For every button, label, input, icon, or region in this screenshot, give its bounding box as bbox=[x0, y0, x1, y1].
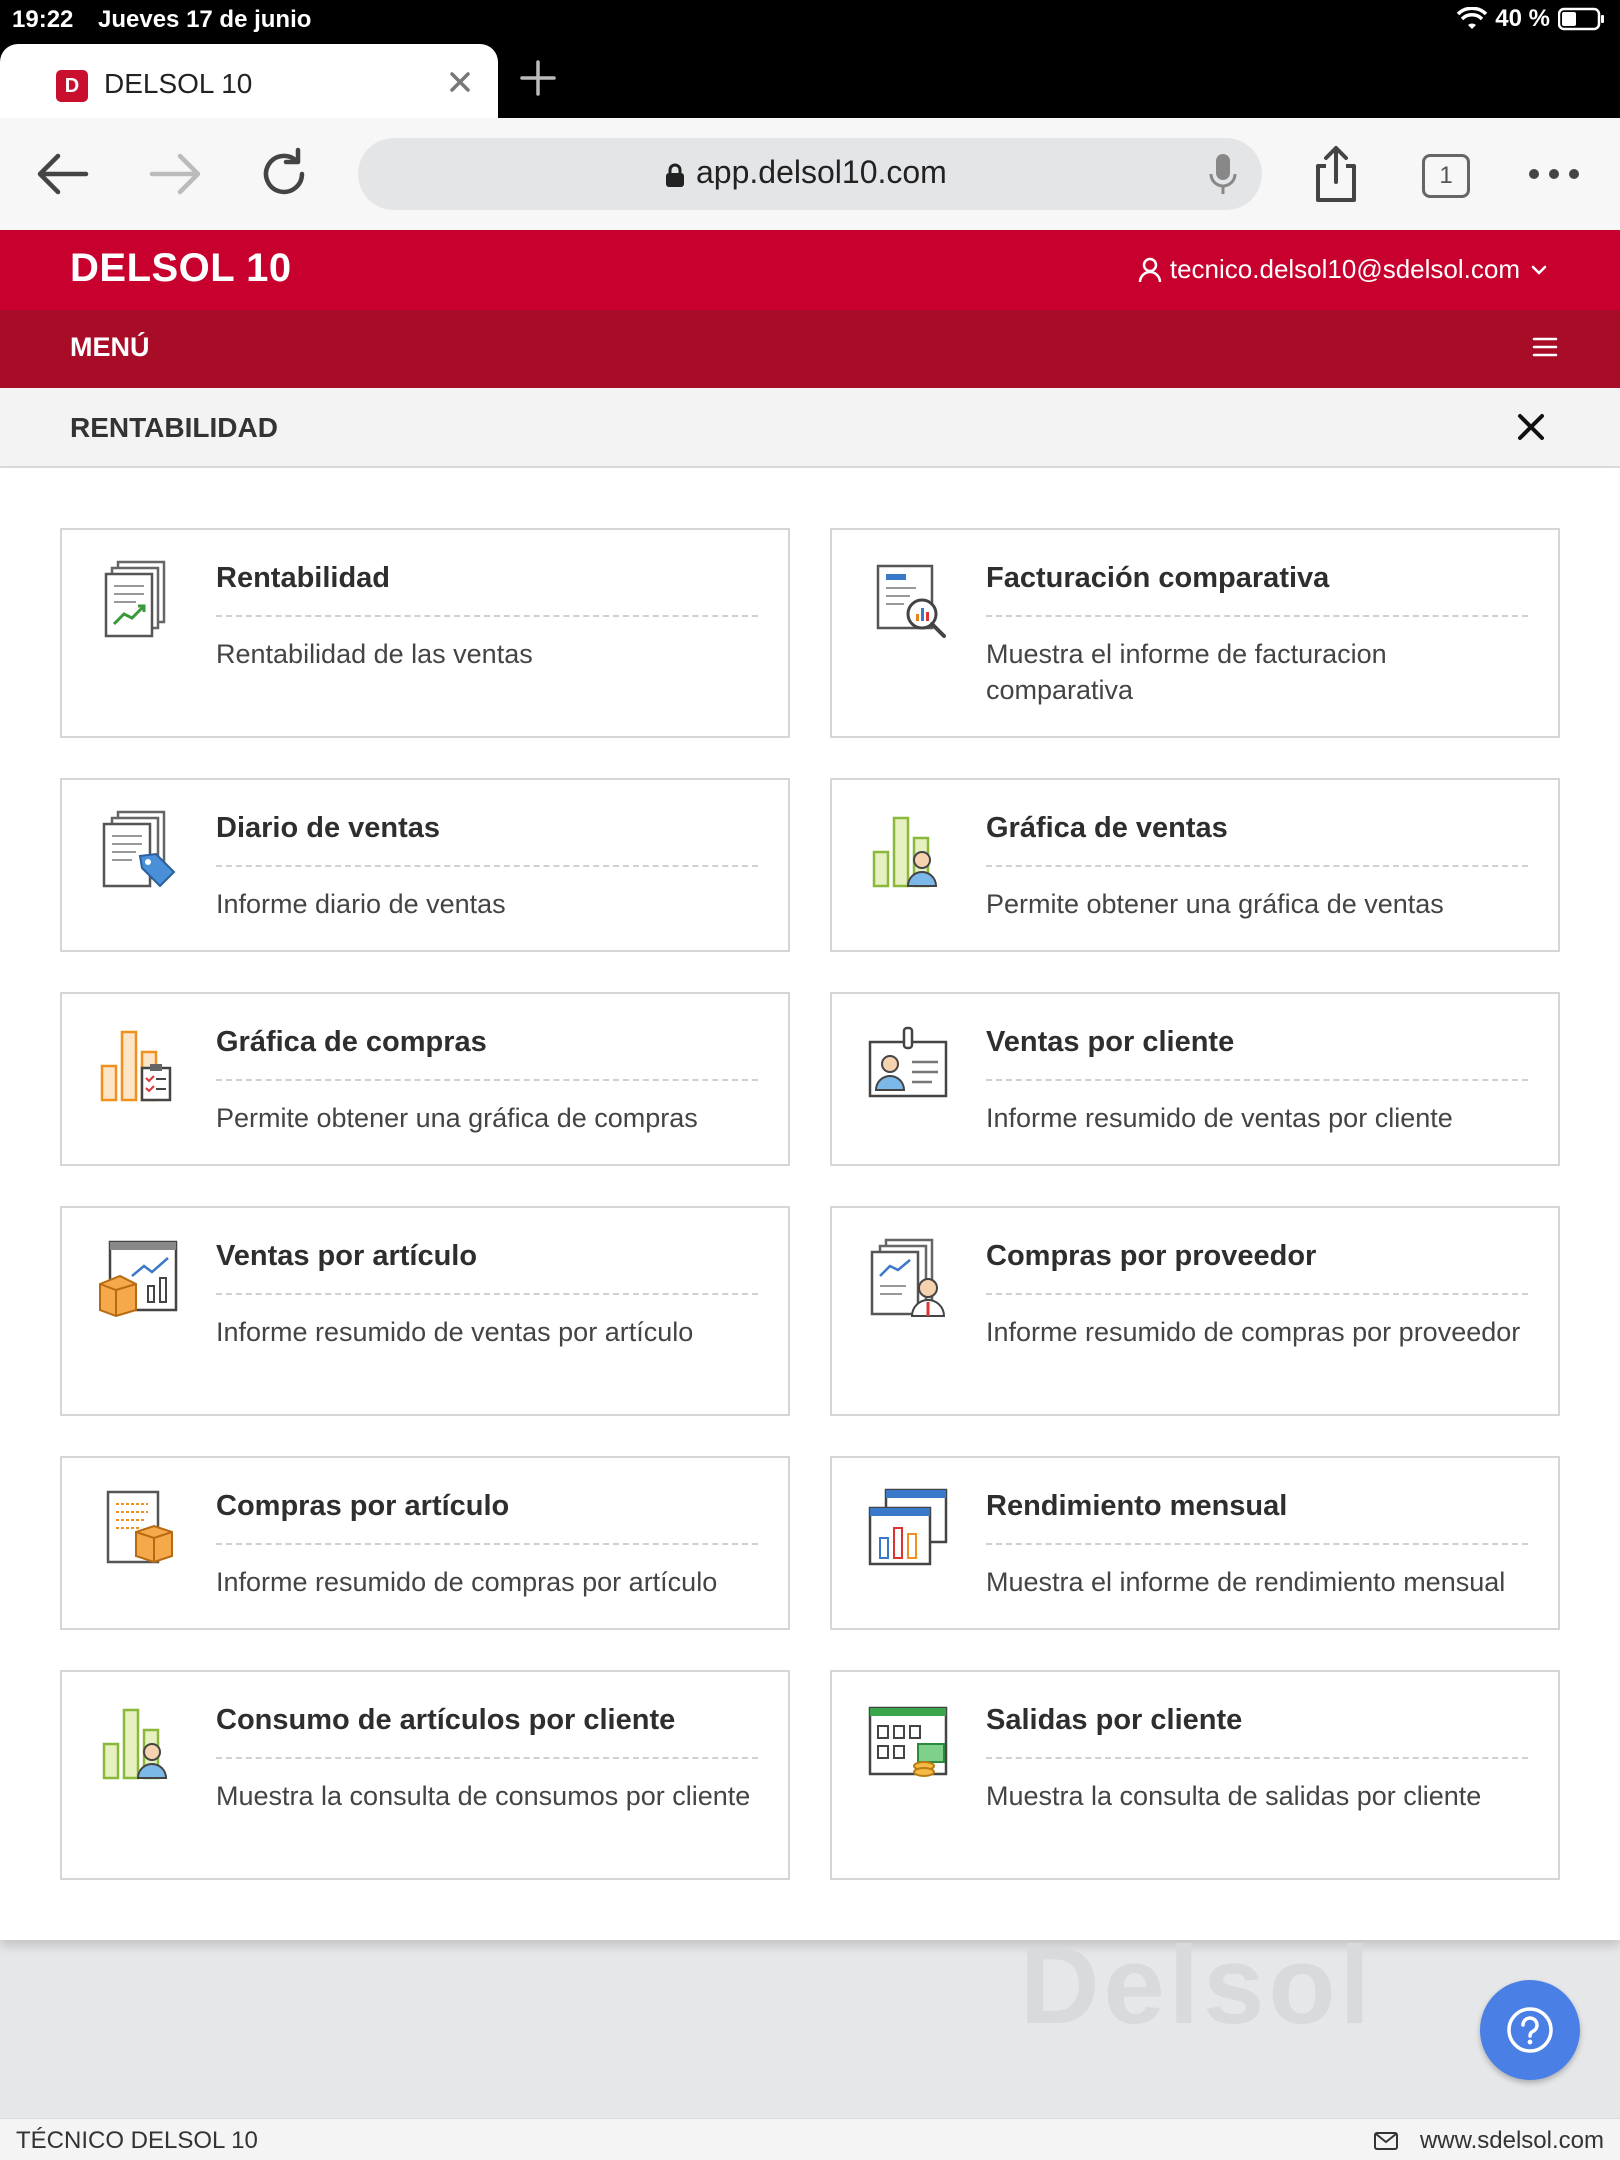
reload-icon[interactable] bbox=[252, 142, 316, 206]
help-icon bbox=[1507, 2007, 1553, 2053]
status-bar: 19:22 Jueves 17 de junio 40 % bbox=[0, 0, 1620, 40]
card-title: Diario de ventas bbox=[216, 812, 758, 867]
browser-toolbar: app.delsol10.com 1 bbox=[0, 118, 1620, 230]
battery-percent: 40 % bbox=[1495, 5, 1550, 32]
report-trend-icon bbox=[104, 560, 166, 638]
address-bar[interactable]: app.delsol10.com bbox=[358, 138, 1262, 210]
card-description: Muestra el informe de rendimiento mensua… bbox=[986, 1567, 1506, 1597]
tab-strip: D DELSOL 10 bbox=[0, 40, 1620, 118]
new-tab-icon[interactable] bbox=[516, 56, 560, 100]
window-bars-icon bbox=[868, 1488, 948, 1566]
status-footer: TÉCNICO DELSOL 10 www.sdelsol.com bbox=[0, 2118, 1620, 2160]
card-title: Compras por proveedor bbox=[986, 1240, 1528, 1295]
card-description: Informe resumido de ventas por artículo bbox=[216, 1317, 694, 1347]
tab-title: DELSOL 10 bbox=[104, 68, 253, 99]
bar-chart-person-icon bbox=[872, 816, 938, 888]
card-facturacion-comparativa[interactable]: Facturación comparativa Muestra el infor… bbox=[830, 528, 1560, 738]
report-magnifier-icon bbox=[876, 564, 946, 638]
card-title: Ventas por cliente bbox=[986, 1026, 1528, 1081]
battery-icon bbox=[1558, 7, 1604, 31]
user-icon bbox=[1138, 257, 1162, 282]
card-ventas-por-cliente[interactable]: Ventas por cliente Informe resumido de v… bbox=[830, 992, 1560, 1166]
section-title: RENTABILIDAD bbox=[70, 412, 278, 443]
footer-right: www.sdelsol.com bbox=[1373, 2127, 1604, 2155]
card-description: Informe resumido de compras por proveedo… bbox=[986, 1317, 1521, 1347]
card-title: Rentabilidad bbox=[216, 562, 758, 617]
menu-label: MENÚ bbox=[70, 332, 150, 362]
brand-watermark: Delsol bbox=[1020, 1924, 1375, 2047]
help-button[interactable] bbox=[1480, 1980, 1580, 2080]
menu-bar[interactable]: MENÚ bbox=[0, 310, 1620, 388]
status-right: 40 % bbox=[1457, 5, 1606, 33]
microphone-icon[interactable] bbox=[1208, 152, 1238, 196]
share-icon[interactable] bbox=[1304, 142, 1368, 206]
card-title: Gráfica de ventas bbox=[986, 812, 1528, 867]
card-title: Ventas por artículo bbox=[216, 1240, 758, 1295]
card-grafica-de-compras[interactable]: Gráfica de compras Permite obtener una g… bbox=[60, 992, 790, 1166]
bar-chart-clipboard-icon bbox=[100, 1030, 172, 1102]
card-compras-por-proveedor[interactable]: Compras por proveedor Informe resumido d… bbox=[830, 1206, 1560, 1416]
url-text: app.delsol10.com bbox=[696, 154, 947, 190]
card-title: Rendimiento mensual bbox=[986, 1490, 1528, 1545]
report-person-icon bbox=[870, 1238, 946, 1317]
card-diario-de-ventas[interactable]: Diario de ventas Informe diario de venta… bbox=[60, 778, 790, 952]
card-title: Facturación comparativa bbox=[986, 562, 1528, 617]
card-compras-por-articulo[interactable]: Compras por artículo Informe resumido de… bbox=[60, 1456, 790, 1630]
card-description: Permite obtener una gráfica de ventas bbox=[986, 889, 1444, 919]
id-card-icon bbox=[868, 1026, 948, 1098]
card-description: Informe resumido de ventas por cliente bbox=[986, 1103, 1453, 1133]
chevron-down-icon bbox=[1531, 265, 1547, 275]
grid-coins-icon bbox=[868, 1706, 948, 1777]
back-arrow-icon[interactable] bbox=[32, 142, 96, 206]
card-ventas-por-articulo[interactable]: Ventas por artículo Informe resumido de … bbox=[60, 1206, 790, 1416]
card-consumo-de-articulos-por-cliente[interactable]: Consumo de artículos por cliente Muestra… bbox=[60, 1670, 790, 1880]
report-tag-icon bbox=[102, 810, 176, 888]
card-description: Rentabilidad de las ventas bbox=[216, 639, 533, 669]
app-brand: DELSOL 10 bbox=[70, 246, 292, 290]
user-menu[interactable]: tecnico.delsol10@sdelsol.com bbox=[1138, 254, 1550, 285]
forward-arrow-icon[interactable] bbox=[142, 142, 206, 206]
card-description: Informe resumido de compras por artículo bbox=[216, 1567, 718, 1597]
lock-icon bbox=[666, 163, 684, 187]
section-header: RENTABILIDAD bbox=[0, 388, 1620, 468]
mail-icon[interactable] bbox=[1373, 2132, 1398, 2150]
status-time: 19:22 bbox=[12, 6, 74, 33]
wifi-icon bbox=[1457, 7, 1488, 29]
card-grafica-de-ventas[interactable]: Gráfica de ventas Permite obtener una gr… bbox=[830, 778, 1560, 952]
reports-panel: Rentabilidad Rentabilidad de las ventas … bbox=[0, 468, 1620, 1940]
close-tab-icon[interactable] bbox=[442, 64, 478, 100]
card-description: Permite obtener una gráfica de compras bbox=[216, 1103, 698, 1133]
card-salidas-por-cliente[interactable]: Salidas por cliente Muestra la consulta … bbox=[830, 1670, 1560, 1880]
card-rentabilidad[interactable]: Rentabilidad Rentabilidad de las ventas bbox=[60, 528, 790, 738]
window-chart-box-icon bbox=[99, 1240, 178, 1318]
hamburger-icon[interactable] bbox=[1532, 334, 1558, 360]
more-options-icon[interactable] bbox=[1522, 142, 1586, 206]
close-icon[interactable] bbox=[1514, 410, 1548, 444]
card-rendimiento-mensual[interactable]: Rendimiento mensual Muestra el informe d… bbox=[830, 1456, 1560, 1630]
bar-chart-person-icon bbox=[102, 1708, 168, 1780]
footer-website-link[interactable]: www.sdelsol.com bbox=[1420, 2127, 1604, 2155]
card-description: Muestra el informe de facturacion compar… bbox=[986, 639, 1387, 705]
browser-tab[interactable]: D DELSOL 10 bbox=[0, 44, 498, 118]
card-title: Consumo de artículos por cliente bbox=[216, 1704, 758, 1759]
favicon-icon: D bbox=[56, 70, 88, 102]
card-title: Gráfica de compras bbox=[216, 1026, 758, 1081]
report-box-icon bbox=[106, 1490, 173, 1564]
card-title: Salidas por cliente bbox=[986, 1704, 1528, 1759]
card-description: Informe diario de ventas bbox=[216, 889, 506, 919]
tabs-count-button[interactable]: 1 bbox=[1422, 154, 1470, 198]
status-date: Jueves 17 de junio bbox=[98, 6, 312, 33]
card-description: Muestra la consulta de consumos por clie… bbox=[216, 1781, 751, 1811]
card-title: Compras por artículo bbox=[216, 1490, 758, 1545]
user-email: tecnico.delsol10@sdelsol.com bbox=[1169, 254, 1520, 284]
app-header: DELSOL 10 tecnico.delsol10@sdelsol.com bbox=[0, 230, 1620, 310]
card-description: Muestra la consulta de salidas por clien… bbox=[986, 1781, 1482, 1811]
footer-user: TÉCNICO DELSOL 10 bbox=[16, 2127, 258, 2154]
